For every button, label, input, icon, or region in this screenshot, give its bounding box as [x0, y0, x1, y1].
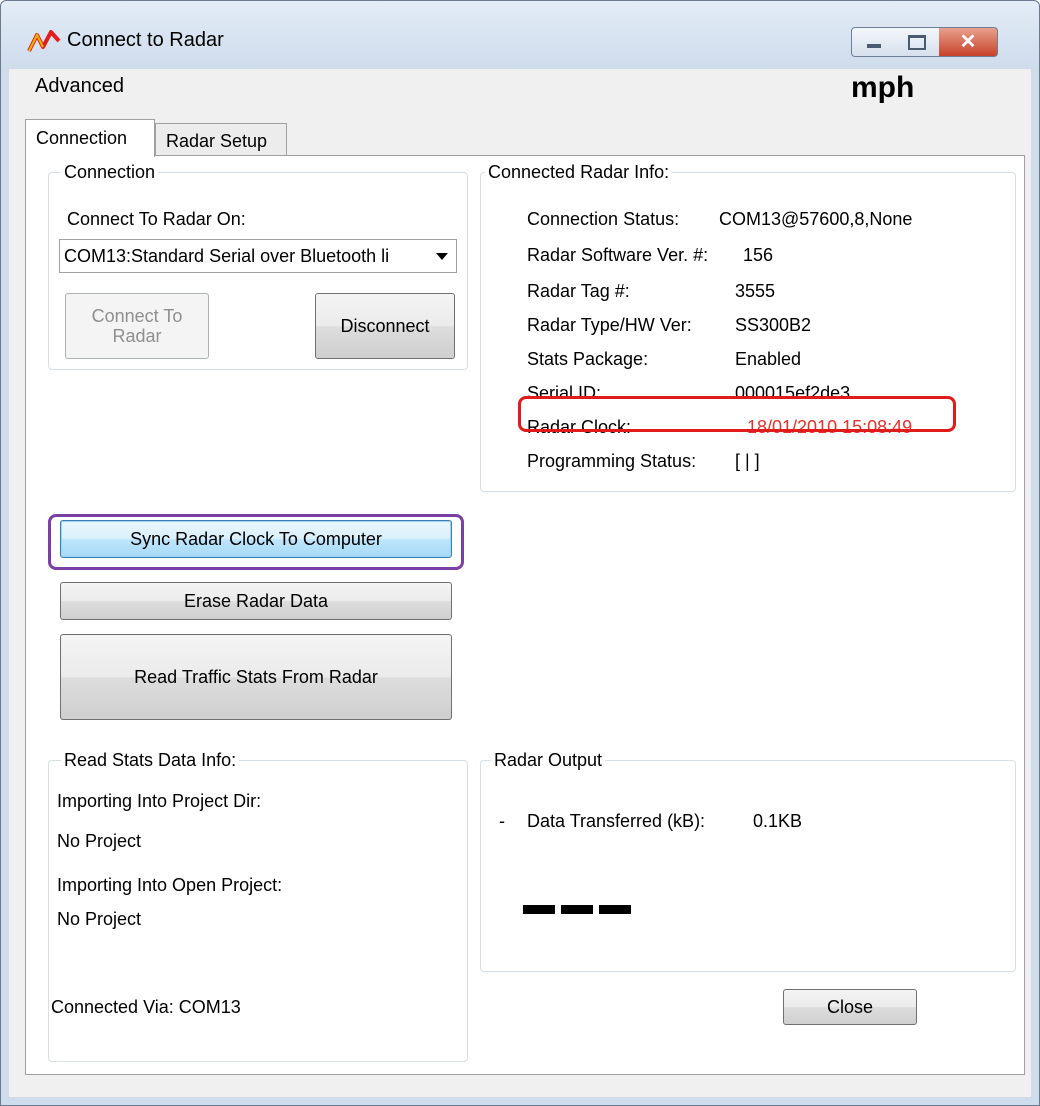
connection-group: Connection Connect To Radar On: COM13:St… — [48, 162, 468, 370]
connect-on-label: Connect To Radar On: — [67, 209, 246, 229]
radar-tag-label: Radar Tag #: — [527, 281, 630, 301]
stats-package-label: Stats Package: — [527, 349, 649, 369]
open-project-value: No Project — [57, 909, 142, 929]
maximize-icon — [908, 34, 926, 50]
project-dir-label: Importing Into Project Dir: — [57, 791, 262, 811]
sync-radar-clock-button[interactable]: Sync Radar Clock To Computer — [60, 520, 452, 558]
speed-digit-dash — [561, 905, 593, 914]
radar-output-group: Radar Output - Data Transferred (kB): 0.… — [480, 750, 1016, 972]
radar-type-value: SS300B2 — [735, 315, 812, 335]
port-select[interactable]: COM13:Standard Serial over Bluetooth li — [59, 239, 457, 273]
stats-info-legend: Read Stats Data Info: — [64, 750, 237, 770]
port-select-value: COM13:Standard Serial over Bluetooth li — [64, 246, 390, 266]
data-transferred-bullet: - — [499, 811, 505, 831]
radar-output-legend: Radar Output — [494, 750, 603, 770]
connection-tab-panel: Connection Connect To Radar On: COM13:St… — [25, 155, 1025, 1075]
speed-digit-dash — [599, 905, 631, 914]
disconnect-button[interactable]: Disconnect — [315, 293, 455, 359]
programming-status-label: Programming Status: — [527, 451, 697, 471]
tab-radar-setup[interactable]: Radar Setup — [155, 123, 287, 155]
minimize-button[interactable] — [851, 27, 897, 57]
app-chart-icon — [27, 30, 61, 52]
connected-via-label: Connected Via: COM13 — [51, 997, 241, 1017]
radar-tag-value: 3555 — [735, 281, 776, 301]
speed-digit-dash — [523, 905, 555, 914]
window-title: Connect to Radar — [67, 29, 224, 51]
tab-connection[interactable]: Connection — [25, 119, 155, 157]
close-window-button[interactable]: ✕ — [939, 27, 998, 57]
chevron-down-icon — [436, 253, 448, 260]
connect-to-radar-label: Connect To Radar — [91, 306, 183, 346]
client-area: Advanced mph Connection Radar Setup Conn… — [9, 69, 1031, 1097]
connection-status-value: COM13@57600,8,None — [719, 209, 913, 229]
radar-info-legend: Connected Radar Info: — [488, 162, 670, 182]
units-label: mph — [851, 71, 915, 104]
title-bar: Connect to Radar ✕ — [1, 1, 1039, 69]
radar-clock-highlight — [518, 396, 956, 432]
connect-to-radar-button[interactable]: Connect To Radar — [65, 293, 209, 359]
data-transferred-label: Data Transferred (kB): — [527, 811, 706, 831]
data-transferred-value: 0.1KB — [753, 811, 803, 831]
project-dir-value: No Project — [57, 831, 142, 851]
software-version-value: 156 — [743, 245, 774, 265]
stats-package-value: Enabled — [735, 349, 802, 369]
close-icon: ✕ — [959, 31, 977, 53]
speed-display — [523, 905, 631, 914]
open-project-label: Importing Into Open Project: — [57, 875, 283, 895]
software-version-label: Radar Software Ver. #: — [527, 245, 709, 265]
radar-info-group: Connected Radar Info: Connection Status:… — [480, 162, 1016, 492]
connection-status-label: Connection Status: — [527, 209, 680, 229]
programming-status-value: [ | ] — [735, 451, 760, 471]
minimize-icon — [867, 44, 881, 48]
read-traffic-stats-button[interactable]: Read Traffic Stats From Radar — [60, 634, 452, 720]
close-button[interactable]: Close — [783, 989, 917, 1025]
menu-advanced[interactable]: Advanced — [35, 75, 124, 98]
maximize-button[interactable] — [895, 27, 940, 57]
connect-to-radar-window: Connect to Radar ✕ Advanced mph Connecti… — [0, 0, 1040, 1106]
radar-type-label: Radar Type/HW Ver: — [527, 315, 692, 335]
connection-group-legend: Connection — [64, 162, 156, 182]
erase-radar-data-button[interactable]: Erase Radar Data — [60, 582, 452, 620]
